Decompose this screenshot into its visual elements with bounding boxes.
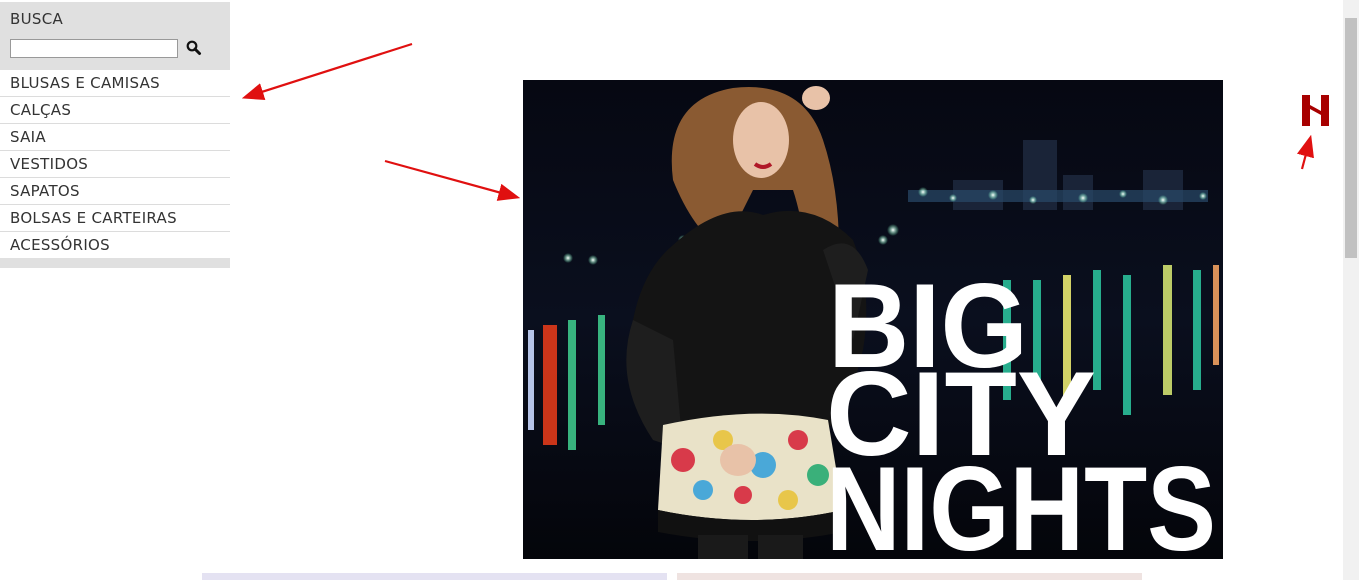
search-title: BUSCA	[10, 10, 64, 28]
menu-item-bolsas-e-carteiras[interactable]: BOLSAS E CARTEIRAS	[0, 205, 230, 232]
search-input[interactable]	[10, 39, 178, 58]
brand-logo-icon[interactable]	[1302, 95, 1329, 126]
arrow-to-menu	[241, 42, 413, 101]
arrow-to-logo	[1296, 134, 1314, 170]
category-menu: BLUSAS E CAMISAS CALÇAS SAIA VESTIDOS SA…	[0, 70, 230, 258]
hero-headline-line3: NIGHTS	[826, 442, 1216, 559]
hero-banner[interactable]: BIG CITY NIGHTS	[523, 80, 1223, 559]
menu-item-acessorios[interactable]: ACESSÓRIOS	[0, 232, 230, 258]
menu-item-calcas[interactable]: CALÇAS	[0, 97, 230, 124]
search-panel: BUSCA	[0, 2, 230, 70]
hero-image: BIG CITY NIGHTS	[523, 80, 1223, 559]
scrollbar-thumb[interactable]	[1345, 18, 1357, 258]
search-icon[interactable]	[185, 39, 203, 57]
menu-item-sapatos[interactable]: SAPATOS	[0, 178, 230, 205]
sidebar-footer	[0, 258, 230, 268]
arrow-to-banner	[384, 159, 521, 201]
promo-tile-right[interactable]	[677, 573, 1142, 580]
menu-item-vestidos[interactable]: VESTIDOS	[0, 151, 230, 178]
promo-tile-left[interactable]	[202, 573, 667, 580]
menu-item-saia[interactable]: SAIA	[0, 124, 230, 151]
sidebar: BUSCA BLUSAS E CAMISAS CALÇAS SAIA VESTI…	[0, 2, 230, 268]
menu-item-blusas-e-camisas[interactable]: BLUSAS E CAMISAS	[0, 70, 230, 97]
